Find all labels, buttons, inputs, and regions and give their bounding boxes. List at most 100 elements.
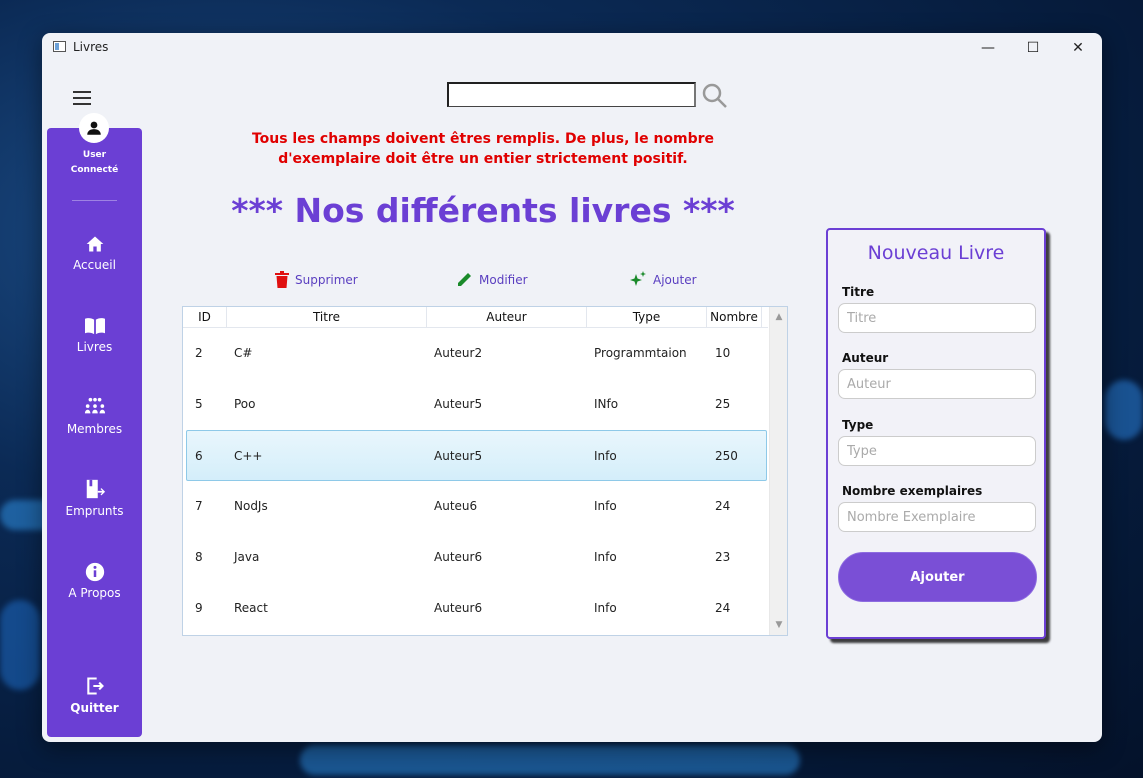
table-row[interactable]: 8 Java Auteur6 Info 23 xyxy=(186,532,767,583)
cell-nombre: 25 xyxy=(715,397,731,411)
home-icon xyxy=(85,230,105,254)
cell-type: Info xyxy=(594,550,617,564)
cell-nombre: 24 xyxy=(715,601,731,615)
cell-type: Info xyxy=(594,449,617,463)
cell-nombre: 10 xyxy=(715,346,731,360)
column-header-auteur[interactable]: Auteur xyxy=(427,307,587,327)
cell-titre: NodJs xyxy=(234,499,268,513)
cell-id: 2 xyxy=(195,346,203,360)
sidebar-divider xyxy=(72,200,117,201)
search-input[interactable] xyxy=(447,82,696,107)
cell-id: 7 xyxy=(195,499,203,513)
table-row-selected[interactable]: 6 C++ Auteur5 Info 250 xyxy=(186,430,767,481)
search-icon[interactable] xyxy=(700,81,730,115)
user-avatar-icon xyxy=(79,113,109,143)
error-message: Tous les champs doivent êtres remplis. D… xyxy=(251,131,715,167)
sidebar-item-membres[interactable]: Membres xyxy=(47,394,142,454)
menu-icon[interactable] xyxy=(73,91,91,105)
cell-nombre: 250 xyxy=(715,449,738,463)
cell-titre: C# xyxy=(234,346,253,360)
title-label: Titre xyxy=(842,285,875,299)
sidebar-item-label: A Propos xyxy=(68,586,121,600)
cell-auteur: Auteur5 xyxy=(434,449,483,463)
cell-type: Info xyxy=(594,499,617,513)
books-table[interactable]: ID Titre Auteur Type Nombre 2 C# Auteur2… xyxy=(182,306,788,636)
sidebar-item-accueil[interactable]: Accueil xyxy=(47,230,142,290)
type-label: Type xyxy=(842,418,874,432)
add-label: Ajouter xyxy=(653,272,697,287)
scroll-down-icon[interactable]: ▼ xyxy=(770,617,788,633)
cell-id: 9 xyxy=(195,601,203,615)
logout-icon xyxy=(85,673,105,697)
author-label: Auteur xyxy=(842,351,889,365)
table-row[interactable]: 9 React Auteur6 Info 24 xyxy=(186,583,767,634)
cell-nombre: 24 xyxy=(715,499,731,513)
cell-titre: Java xyxy=(234,550,260,564)
loan-icon xyxy=(84,476,106,500)
author-input[interactable] xyxy=(838,369,1036,399)
members-icon xyxy=(84,394,106,418)
scroll-up-icon[interactable]: ▲ xyxy=(770,309,788,325)
title-bar: Livres — ☐ ✕ xyxy=(42,33,1102,63)
quit-button[interactable]: Quitter xyxy=(47,673,142,733)
window-title: Livres xyxy=(73,40,109,54)
maximize-button[interactable]: ☐ xyxy=(1013,37,1053,59)
app-window: Livres — ☐ ✕ User Connecté Accueil Livre… xyxy=(42,33,1102,742)
new-book-form: Nouveau Livre Titre Auteur Type Nombre e… xyxy=(826,228,1046,639)
sidebar-item-label: Emprunts xyxy=(65,504,124,518)
column-header-titre[interactable]: Titre xyxy=(227,307,427,327)
cell-nombre: 23 xyxy=(715,550,731,564)
edit-button[interactable]: Modifier xyxy=(456,271,528,288)
pencil-icon xyxy=(458,273,471,286)
background-decoration xyxy=(0,600,40,690)
add-button[interactable]: Ajouter xyxy=(629,271,697,288)
cell-auteur: Auteur6 xyxy=(434,550,483,564)
cell-titre: React xyxy=(234,601,268,615)
background-decoration xyxy=(300,745,800,775)
sidebar-item-label: Membres xyxy=(66,422,123,436)
close-button[interactable]: ✕ xyxy=(1058,37,1098,59)
cell-auteur: Auteu6 xyxy=(434,499,478,513)
cell-id: 6 xyxy=(195,449,203,463)
table-row[interactable]: 2 C# Auteur2 Programmtaion 10 xyxy=(186,328,767,379)
sidebar-item-emprunts[interactable]: Emprunts xyxy=(47,476,142,536)
user-status: Connecté xyxy=(70,165,119,175)
table-scrollbar[interactable]: ▲ ▼ xyxy=(769,307,787,635)
edit-label: Modifier xyxy=(479,272,528,287)
column-header-id[interactable]: ID xyxy=(183,307,227,327)
info-icon xyxy=(85,558,105,582)
form-title: Nouveau Livre xyxy=(867,242,1005,264)
cell-type: INfo xyxy=(594,397,619,411)
sidebar-item-livres[interactable]: Livres xyxy=(47,312,142,372)
column-header-type[interactable]: Type xyxy=(587,307,707,327)
cell-auteur: Auteur5 xyxy=(434,397,483,411)
sidebar-item-label: Livres xyxy=(76,340,113,354)
cell-titre: C++ xyxy=(234,449,263,463)
delete-label: Supprimer xyxy=(295,272,358,287)
app-icon xyxy=(53,41,66,52)
trash-icon xyxy=(275,271,289,288)
copies-label: Nombre exemplaires xyxy=(842,484,983,498)
submit-add-button[interactable]: Ajouter xyxy=(838,552,1037,602)
cell-id: 8 xyxy=(195,550,203,564)
title-input[interactable] xyxy=(838,303,1036,333)
table-row[interactable]: 5 Poo Auteur5 INfo 25 xyxy=(186,379,767,430)
quit-label: Quitter xyxy=(70,701,119,715)
minimize-button[interactable]: — xyxy=(968,37,1008,59)
sparkle-icon xyxy=(630,271,646,286)
column-header-nombre[interactable]: Nombre xyxy=(707,307,762,327)
sidebar-item-label: Accueil xyxy=(73,258,116,272)
delete-button[interactable]: Supprimer xyxy=(275,271,358,288)
copies-input[interactable] xyxy=(838,502,1036,532)
background-decoration xyxy=(1105,380,1143,440)
table-row[interactable]: 7 NodJs Auteu6 Info 24 xyxy=(186,481,767,532)
cell-type: Info xyxy=(594,601,617,615)
cell-titre: Poo xyxy=(234,397,256,411)
table-header: ID Titre Auteur Type Nombre xyxy=(183,307,768,328)
cell-id: 5 xyxy=(195,397,203,411)
cell-auteur: Auteur2 xyxy=(434,346,483,360)
sidebar-item-apropos[interactable]: A Propos xyxy=(47,558,142,618)
cell-auteur: Auteur6 xyxy=(434,601,483,615)
user-name: User xyxy=(82,150,107,160)
type-input[interactable] xyxy=(838,436,1036,466)
